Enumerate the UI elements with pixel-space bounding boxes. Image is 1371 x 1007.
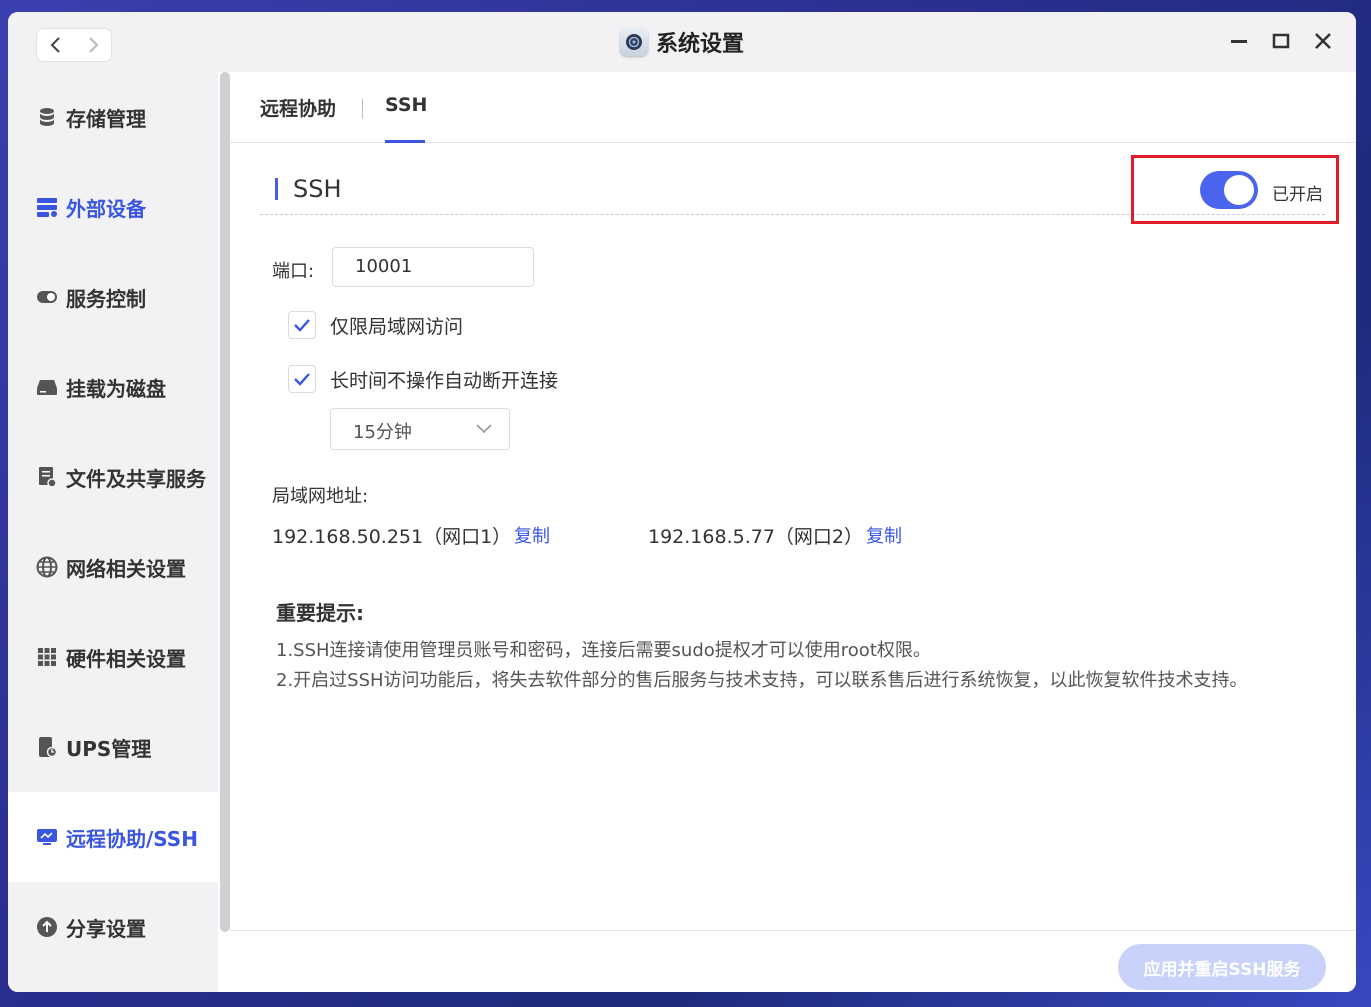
tab-divider	[362, 99, 363, 119]
sidebar-item-label: 挂载为磁盘	[66, 376, 166, 401]
sidebar-item-network[interactable]: 网络相关设置	[8, 522, 218, 612]
auto-disconnect-label: 长时间不操作自动断开连接	[330, 369, 559, 392]
lan-ip-port2: 192.168.5.77（网口2）	[648, 526, 864, 548]
notes-title: 重要提示:	[276, 601, 364, 625]
lan-address-label: 局域网地址:	[272, 486, 369, 507]
auto-disconnect-row: 长时间不操作自动断开连接	[288, 364, 558, 394]
external-device-icon	[36, 196, 58, 218]
note-line-2: 2.开启过SSH访问功能后，将失去软件部分的售后服务与技术支持，可以联系售后进行…	[276, 670, 1248, 691]
database-icon	[36, 106, 58, 128]
sidebar-item-label: 网络相关设置	[66, 556, 186, 581]
sidebar-item-file-share[interactable]: 文件及共享服务	[8, 432, 218, 522]
sidebar-item-storage[interactable]: 存储管理	[8, 72, 218, 162]
sidebar-item-hardware[interactable]: 硬件相关设置	[8, 612, 218, 702]
footer-bar: 应用并重启SSH服务	[230, 930, 1356, 992]
sidebar-item-external-devices[interactable]: 外部设备	[8, 162, 218, 252]
section-title: SSH	[293, 175, 342, 203]
main-panel: 远程协助 SSH SSH 已开启 端口: 10001 仅限局域网访问 长时间不操…	[230, 72, 1356, 992]
sidebar-item-service-control[interactable]: 服务控制	[8, 252, 218, 342]
checkmark-icon	[294, 319, 310, 332]
copy-link-port2[interactable]: 复制	[866, 522, 902, 548]
sidebar-item-label: 硬件相关设置	[66, 646, 186, 671]
tab-ssh[interactable]: SSH	[385, 94, 427, 116]
sidebar-item-share-settings[interactable]: 分享设置	[8, 882, 218, 972]
sidebar-item-label: 文件及共享服务	[66, 466, 206, 491]
file-share-icon	[36, 466, 58, 488]
settings-app-icon	[619, 28, 648, 56]
ssh-toggle[interactable]	[1200, 171, 1258, 209]
port-label: 端口:	[272, 261, 315, 282]
window-controls	[1230, 32, 1332, 50]
chevron-down-icon	[476, 424, 492, 434]
sidebar-item-label: 分享设置	[66, 916, 146, 941]
sidebar-item-ups[interactable]: UPS管理	[8, 702, 218, 792]
sidebar-item-label: 远程协助/SSH	[66, 826, 198, 851]
sidebar-item-label: 存储管理	[66, 106, 146, 131]
globe-icon	[36, 556, 58, 578]
grid-icon	[36, 646, 58, 668]
maximize-icon[interactable]	[1272, 32, 1290, 50]
checkmark-icon	[294, 373, 310, 386]
window-title: 系统设置	[655, 32, 744, 57]
timeout-selected-value: 15分钟	[353, 422, 412, 443]
title-bar: 系统设置	[8, 12, 1356, 72]
toggle-knob	[1224, 175, 1254, 205]
sidebar: 存储管理 外部设备 服务控制 挂载为磁盘 文件及共享服务 网络相关设置 硬件相关…	[8, 72, 218, 992]
port-input[interactable]: 10001	[332, 247, 534, 287]
tab-bar: 远程协助 SSH	[230, 72, 1356, 143]
auto-disconnect-checkbox[interactable]	[288, 365, 316, 393]
sidebar-scrollbar[interactable]	[220, 72, 230, 932]
sidebar-item-label: UPS管理	[66, 736, 152, 761]
sidebar-item-remote-ssh[interactable]: 远程协助/SSH	[8, 792, 218, 882]
sidebar-item-label: 服务控制	[66, 286, 146, 311]
section-accent-bar	[275, 178, 278, 200]
active-tab-indicator	[385, 140, 425, 143]
disk-icon	[36, 376, 58, 398]
settings-window: 系统设置 存储管理 外部设备 服务控制 挂载为磁盘 文件及共享服务 网络相关设置…	[8, 12, 1356, 992]
sidebar-item-mount-disk[interactable]: 挂载为磁盘	[8, 342, 218, 432]
lan-only-row: 仅限局域网访问	[288, 310, 463, 340]
apply-restart-ssh-button[interactable]: 应用并重启SSH服务	[1118, 944, 1326, 990]
lan-ip-port1: 192.168.50.251（网口1）	[272, 526, 512, 548]
copy-link-port1[interactable]: 复制	[514, 522, 550, 548]
ups-icon	[36, 736, 58, 758]
timeout-select[interactable]: 15分钟	[330, 408, 510, 450]
note-line-1: 1.SSH连接请使用管理员账号和密码，连接后需要sudo提权才可以使用root权…	[276, 640, 931, 661]
toggle-icon	[36, 286, 58, 308]
sidebar-item-label: 外部设备	[66, 196, 146, 221]
remote-icon	[36, 826, 58, 848]
tab-remote-assist[interactable]: 远程协助	[260, 94, 336, 121]
minimize-icon[interactable]	[1230, 32, 1248, 50]
share-icon	[36, 916, 58, 938]
lan-only-label: 仅限局域网访问	[330, 315, 464, 338]
lan-only-checkbox[interactable]	[288, 311, 316, 339]
close-icon[interactable]	[1314, 32, 1332, 50]
toggle-state-label: 已开启	[1272, 185, 1323, 205]
window-title-group: 系统设置	[8, 12, 1356, 72]
